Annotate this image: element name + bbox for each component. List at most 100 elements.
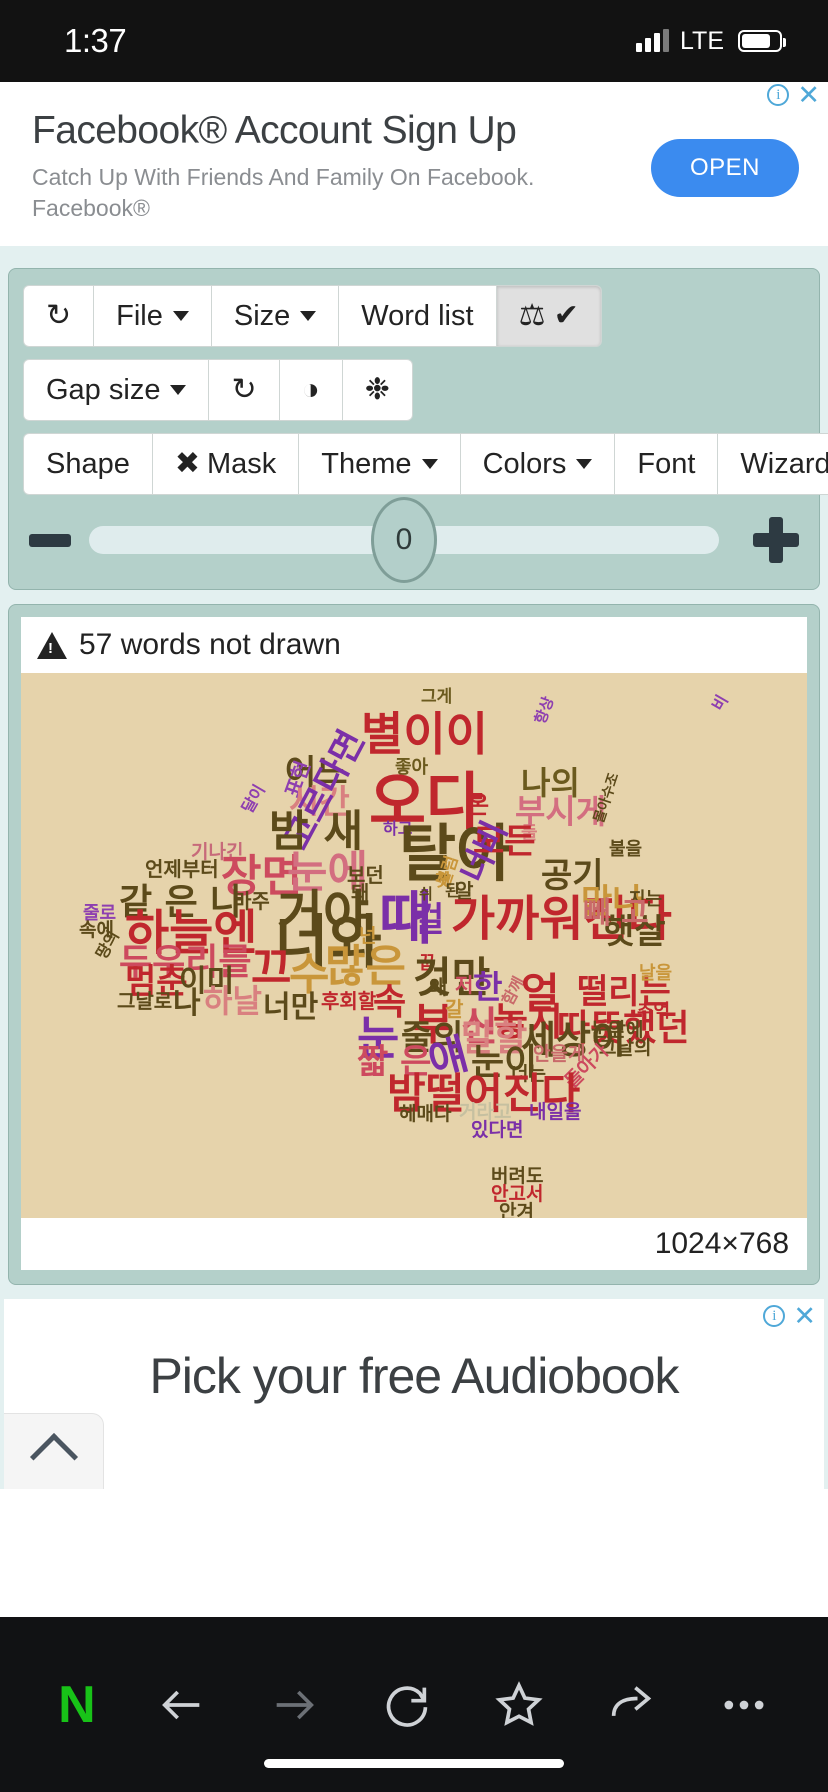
balance-toggle-button[interactable]: ⚖ ✔ (495, 285, 602, 347)
canvas-size-label: 1024×768 (654, 1227, 789, 1260)
bottom-ad-title: Pick your free Audiobook (149, 1348, 679, 1404)
network-type-label: LTE (680, 26, 724, 55)
cloud-word: 별이이 (361, 707, 488, 761)
toolbar-row-2: Gap size ↻ ◑ ❉ (23, 359, 805, 421)
rotate-button[interactable]: ↻ (208, 359, 279, 421)
size-menu-button[interactable]: Size (210, 285, 339, 347)
cloud-word: 안겨 (499, 1201, 534, 1219)
balance-scale-icon: ⚖ ✔ (518, 299, 579, 332)
cloud-word: 항상 (531, 694, 558, 727)
mask-button-label: Mask (207, 447, 277, 480)
file-menu-button[interactable]: File (93, 285, 211, 347)
size-slider-row: 0 (23, 497, 805, 583)
ad-info-icon[interactable]: i (763, 1305, 786, 1327)
colors-menu-button-label: Colors (482, 447, 567, 480)
rotate-icon: ↻ (231, 373, 257, 406)
arrow-right-icon[interactable] (268, 1679, 320, 1731)
plus-icon[interactable] (753, 517, 799, 563)
chevron-down-icon (300, 311, 317, 321)
gap-size-menu-button[interactable]: Gap size (23, 359, 209, 421)
top-ad-subtitle: Catch Up With Friends And Family On Face… (32, 164, 535, 221)
cloud-word: 불을 (609, 839, 643, 860)
expand-arrows-icon: ❉ (364, 373, 390, 406)
share-arrow-icon[interactable] (605, 1679, 657, 1731)
chevron-up-icon (29, 1432, 78, 1481)
word-cloud-panel: 57 words not drawn 비그게별이이좋아어느오다온나의항상표현시간… (8, 604, 820, 1285)
chevron-down-icon (170, 385, 187, 395)
cloud-word: 언제부터 (145, 857, 219, 881)
x-icon: ✖ (174, 447, 200, 480)
home-indicator (264, 1759, 564, 1768)
cloud-word: 그날로 (117, 989, 173, 1013)
font-button-label: Font (637, 447, 696, 480)
word-list-button-label: Word list (361, 299, 474, 332)
warning-text: 57 words not drawn (79, 628, 341, 661)
word-cloud-canvas[interactable]: 비 그게 별이이 좋아 어느 오다 온 나의 항상 표현 시간 달이 고르다면 밤 새 하고 둘 부시게 몰아수조… (21, 673, 807, 1218)
minus-icon[interactable] (29, 533, 71, 547)
cloud-word: 왜 (429, 975, 448, 999)
cloud-word: 걸 (413, 900, 445, 940)
file-menu-button-label: File (116, 299, 163, 332)
reload-icon[interactable] (381, 1679, 433, 1731)
contrast-icon: ◑ (301, 373, 320, 406)
scatter-button[interactable]: ❉ (341, 359, 413, 421)
gap-size-menu-button-label: Gap size (46, 373, 161, 406)
ellipsis-icon[interactable] (718, 1679, 770, 1731)
cloud-word: 빼 고 (583, 896, 649, 931)
cloud-word: 달이 (237, 781, 269, 817)
wizard-button[interactable]: Wizard (717, 433, 828, 495)
scroll-to-top-button[interactable] (4, 1413, 104, 1489)
battery-icon (738, 30, 786, 52)
size-slider-track[interactable]: 0 (89, 497, 719, 583)
toolbar-row-3: Shape ✖ Mask Theme Colors Font Wizard (23, 433, 828, 495)
ad-close-icon[interactable]: ✕ (793, 1303, 816, 1330)
theme-menu-button[interactable]: Theme (298, 433, 460, 495)
cloud-word: 나 (173, 986, 201, 1021)
star-icon[interactable] (493, 1679, 545, 1731)
chevron-down-icon (576, 459, 593, 469)
bottom-ad-controls: i ✕ (763, 1303, 816, 1330)
toolbar-row-1: ↻ File Size Word list ⚖ ✔ (23, 285, 805, 347)
refresh-button[interactable]: ↻ (23, 285, 94, 347)
status-time: 1:37 (64, 22, 127, 59)
size-menu-button-label: Size (233, 299, 291, 332)
ad-info-icon[interactable]: i (767, 84, 790, 106)
cloud-word: 내일을 (529, 1101, 582, 1123)
contrast-button[interactable]: ◑ (278, 359, 342, 421)
cellular-signal-icon (636, 29, 669, 52)
wizard-button-label: Wizard (740, 447, 828, 480)
top-ad-controls: i ✕ (767, 82, 820, 109)
cloud-word: 온 (467, 791, 490, 819)
chevron-down-icon (172, 311, 189, 321)
shape-button-label: Shape (46, 447, 130, 480)
shape-button[interactable]: Shape (23, 433, 152, 495)
status-bar: 1:37 LTE (0, 0, 828, 82)
ad-close-icon[interactable]: ✕ (797, 82, 820, 109)
toolbar-panel: ↻ File Size Word list ⚖ ✔ Gap size ↻ ◑ ❉ Shape ✖… (8, 268, 828, 590)
font-button[interactable]: Font (614, 433, 718, 495)
top-advertisement[interactable]: i ✕ Facebook® Account Sign Up Catch Up W… (0, 82, 828, 246)
bottom-advertisement[interactable]: i ✕ Pick your free Audiobook (4, 1299, 824, 1489)
warning-bar: 57 words not drawn (21, 617, 807, 673)
naver-logo-icon[interactable]: N (58, 1675, 96, 1735)
app-body: ↻ File Size Word list ⚖ ✔ Gap size ↻ ◑ ❉ Shape ✖… (0, 246, 828, 1489)
cloud-word: 너만 (263, 990, 319, 1025)
theme-menu-button-label: Theme (321, 447, 412, 480)
colors-menu-button[interactable]: Colors (459, 433, 615, 495)
canvas-size-bar: 1024×768 (21, 1218, 807, 1270)
status-indicators: LTE (636, 26, 786, 56)
warning-triangle-icon (37, 631, 67, 659)
cloud-word: 저 (455, 973, 474, 997)
size-slider-thumb[interactable]: 0 (371, 497, 437, 583)
refresh-icon: ↻ (46, 299, 72, 332)
cloud-word: 쉬 (419, 885, 433, 903)
mask-button[interactable]: ✖ Mask (151, 433, 299, 495)
arrow-left-icon[interactable] (156, 1679, 208, 1731)
cloud-word: 돼 (351, 881, 370, 905)
cloud-word: 날을 (639, 963, 673, 984)
cloud-word: 그게 (421, 687, 453, 707)
cloud-word: 하날 (203, 982, 262, 1020)
chevron-down-icon (421, 459, 438, 469)
top-ad-open-button[interactable]: OPEN (651, 139, 799, 197)
word-list-button[interactable]: Word list (338, 285, 496, 347)
